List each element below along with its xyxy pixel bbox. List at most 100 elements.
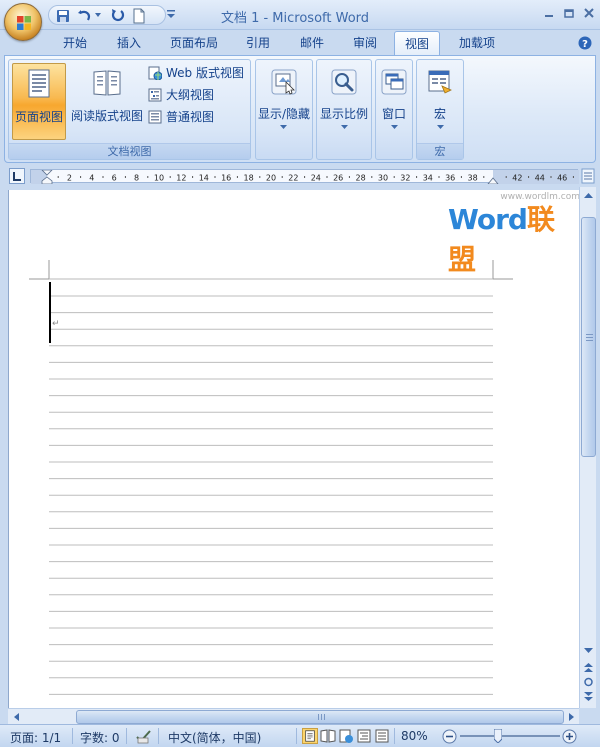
svg-text:?: ? <box>582 39 588 50</box>
group-label-document-views: 文档视图 <box>9 143 250 159</box>
ruler-tick-label: 46 <box>557 174 567 183</box>
tab-insert[interactable]: 插入 <box>106 31 152 55</box>
help-icon[interactable]: ? <box>578 36 592 50</box>
paragraph-mark-icon: ↵ <box>52 319 60 329</box>
horizontal-scrollbar[interactable] <box>8 708 579 724</box>
watermark-word: Word <box>448 203 528 236</box>
macros-button[interactable]: 宏 <box>417 63 463 143</box>
status-draft-icon[interactable] <box>374 728 390 744</box>
zoom-in-icon[interactable] <box>562 729 577 744</box>
ruler-tick-label: 32 <box>400 174 410 183</box>
language-indicator[interactable]: 中文(简体，中国) <box>168 729 261 746</box>
view-ruler-icon[interactable] <box>581 168 595 184</box>
undo-dropdown-icon[interactable] <box>95 13 101 18</box>
zoom-slider-thumb[interactable] <box>494 729 502 743</box>
ruler-tick-label: 16 <box>221 174 231 183</box>
tab-references[interactable]: 引用 <box>236 31 280 55</box>
web-layout-label: Web 版式视图 <box>166 66 244 80</box>
page-count[interactable]: 页面: 1/1 <box>10 729 61 746</box>
draft-button[interactable]: 普通视图 <box>148 107 228 127</box>
customize-qat-icon[interactable] <box>166 8 176 20</box>
ruler-tick-label: 24 <box>311 174 321 183</box>
tab-review[interactable]: 审阅 <box>342 31 388 55</box>
status-outline-icon[interactable] <box>356 728 372 744</box>
group-document-views: 页面视图 阅读版式视图 Web 版式视图 大纲视图 普通视图 文档视图 <box>8 59 251 160</box>
proofing-icon[interactable] <box>136 729 152 744</box>
next-page-icon[interactable] <box>581 689 596 705</box>
word-count[interactable]: 字数: 0 <box>80 729 120 746</box>
ruler-tick-label: 18 <box>244 174 254 183</box>
ruler-tick-label: 28 <box>356 174 366 183</box>
undo-icon[interactable] <box>77 8 93 24</box>
draft-icon <box>148 110 162 124</box>
ruler-tick-label: 10 <box>154 174 164 183</box>
ribbon: 页面视图 阅读版式视图 Web 版式视图 大纲视图 普通视图 文档视图 显示/隐… <box>4 55 596 163</box>
group-zoom: 显示比例 <box>316 59 372 160</box>
zoom-level[interactable]: 80% <box>401 729 428 743</box>
macros-label: 宏 <box>433 107 446 121</box>
tab-mailings[interactable]: 邮件 <box>290 31 334 55</box>
redo-icon[interactable] <box>109 8 125 24</box>
web-layout-icon <box>148 66 162 80</box>
close-icon[interactable] <box>582 6 596 20</box>
chevron-down-icon <box>437 125 444 129</box>
print-layout-button[interactable]: 页面视图 <box>12 63 66 140</box>
zoom-slider-track[interactable] <box>460 735 560 737</box>
horizontal-scroll-thumb[interactable] <box>76 710 564 724</box>
horizontal-ruler[interactable]: 2 4 6 8 10 12 14 16 18 20 22 24 26 28 30 32 34 36 38 42 44 46 <box>30 169 579 184</box>
web-layout-button[interactable]: Web 版式视图 <box>148 63 248 83</box>
group-label-macros: 宏 <box>417 143 463 159</box>
status-print-layout-icon[interactable] <box>302 728 318 744</box>
ruler-tick-label: 36 <box>445 174 455 183</box>
scroll-left-icon[interactable] <box>10 710 24 724</box>
tab-home[interactable]: 开始 <box>52 31 98 55</box>
vertical-scroll-thumb[interactable] <box>581 217 596 457</box>
outline-button[interactable]: 大纲视图 <box>148 85 228 105</box>
window-title: 文档 1 - Microsoft Word <box>220 11 370 26</box>
status-reading-icon[interactable] <box>320 728 336 744</box>
previous-page-icon[interactable] <box>581 659 596 675</box>
ruler-tick-label: 30 <box>378 174 388 183</box>
tab-view[interactable]: 视图 <box>394 31 440 55</box>
window-button[interactable]: 窗口 <box>376 63 412 143</box>
ribbon-tabs: 开始 插入 页面布局 引用 邮件 审阅 视图 加载项 <box>0 31 600 55</box>
chevron-down-icon <box>391 125 398 129</box>
ruler-tick-label: 44 <box>535 174 545 183</box>
window-label: 窗口 <box>381 107 406 121</box>
scroll-right-icon[interactable] <box>564 710 578 724</box>
ruler-tick-label: 42 <box>512 174 522 183</box>
group-macros: 宏 宏 <box>416 59 464 160</box>
ruler-tick-label: 38 <box>468 174 478 183</box>
left-tab-icon <box>13 172 21 181</box>
office-button[interactable] <box>4 3 42 41</box>
new-document-icon[interactable] <box>131 8 147 24</box>
quick-access-toolbar <box>48 5 166 25</box>
vertical-scrollbar[interactable] <box>579 187 596 708</box>
show-hide-icon <box>271 69 297 95</box>
tab-add-ins[interactable]: 加载项 <box>448 31 506 55</box>
ruler-tick-label: 8 <box>134 174 139 183</box>
macros-icon <box>428 70 452 94</box>
minimize-icon[interactable] <box>542 6 556 20</box>
restore-icon[interactable] <box>562 6 576 20</box>
status-web-layout-icon[interactable] <box>338 728 354 744</box>
show-hide-button[interactable]: 显示/隐藏 <box>256 63 312 143</box>
browse-object-icon[interactable] <box>581 674 596 690</box>
save-icon[interactable] <box>55 8 71 24</box>
watermark-text: Word联盟 <box>448 198 580 278</box>
group-show-hide: 显示/隐藏 <box>255 59 313 160</box>
ruler-scale: 2 4 6 8 10 12 14 16 18 20 22 24 26 28 30 32 34 36 38 42 44 46 <box>31 170 579 184</box>
full-screen-reading-button[interactable]: 阅读版式视图 <box>69 63 145 140</box>
full-screen-reading-icon <box>93 70 121 96</box>
ruler-tick-label: 2 <box>67 174 72 183</box>
scroll-up-icon[interactable] <box>581 188 596 204</box>
zoom-icon <box>331 69 357 95</box>
chevron-down-icon <box>341 125 348 129</box>
scroll-down-icon[interactable] <box>581 642 596 658</box>
zoom-button[interactable]: 显示比例 <box>317 63 371 143</box>
tab-stop-selector[interactable] <box>9 168 25 184</box>
ruler-tick-label: 34 <box>423 174 433 183</box>
tab-page-layout[interactable]: 页面布局 <box>162 31 226 55</box>
full-screen-reading-label: 阅读版式视图 <box>70 109 143 123</box>
zoom-out-icon[interactable] <box>442 729 457 744</box>
